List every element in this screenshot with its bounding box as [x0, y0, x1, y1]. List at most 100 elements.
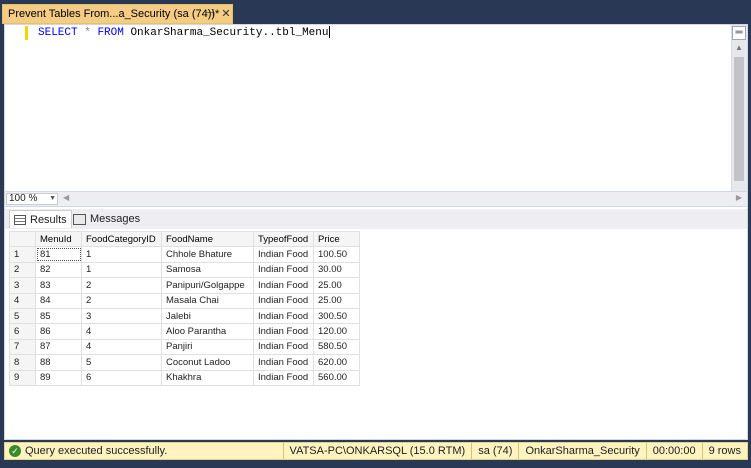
cell-foodname[interactable]: Chhole Bhature — [161, 246, 254, 263]
row-number[interactable]: 9 — [9, 369, 36, 386]
results-grid[interactable]: MenuId FoodCategoryID FoodName TypeofFoo… — [9, 230, 360, 386]
column-header[interactable]: Price — [313, 230, 360, 248]
column-header[interactable]: FoodCategoryID — [81, 230, 162, 248]
cell-price[interactable]: 580.50 — [313, 338, 360, 356]
column-header[interactable]: FoodName — [161, 230, 254, 248]
query-document-tab[interactable]: Prevent Tables From...a_Security (sa (74… — [2, 4, 233, 24]
cell-menuid[interactable]: 87 — [35, 338, 82, 356]
results-pane: Results Messages MenuId FoodCategoryID F… — [4, 207, 748, 440]
cell-foodcategoryid[interactable]: 4 — [81, 323, 162, 340]
cell-price[interactable]: 560.00 — [313, 369, 360, 386]
pin-icon[interactable]: ⊣ — [204, 8, 216, 20]
cell-price[interactable]: 620.00 — [313, 354, 360, 371]
row-number[interactable]: 7 — [9, 338, 36, 356]
table-row[interactable]: 8 88 5 Coconut Ladoo Indian Food 620.00 — [9, 354, 360, 371]
cell-menuid[interactable]: 82 — [35, 261, 82, 279]
cell-menuid[interactable]: 85 — [35, 307, 82, 325]
cell-typeoffood[interactable]: Indian Food — [253, 277, 314, 294]
ssms-window: Prevent Tables From...a_Security (sa (74… — [0, 0, 751, 468]
close-icon[interactable]: ✕ — [220, 8, 232, 20]
cell-menuid[interactable]: 88 — [35, 354, 82, 371]
cell-price[interactable]: 120.00 — [313, 323, 360, 340]
table-reference: OnkarSharma_Security..tbl_Menu — [130, 27, 329, 39]
cell-foodname[interactable]: Coconut Ladoo — [161, 354, 254, 371]
cell-menuid[interactable]: 83 — [35, 277, 82, 294]
cell-foodcategoryid[interactable]: 2 — [81, 277, 162, 294]
table-row[interactable]: 6 86 4 Aloo Parantha Indian Food 120.00 — [9, 323, 360, 340]
cell-menuid[interactable]: 81 — [35, 246, 82, 263]
cell-menuid[interactable]: 86 — [35, 323, 82, 340]
cell-price[interactable]: 300.50 — [313, 307, 360, 325]
cell-foodname[interactable]: Aloo Parantha — [161, 323, 254, 340]
cell-typeoffood[interactable]: Indian Food — [253, 307, 314, 325]
cell-foodcategoryid[interactable]: 1 — [81, 261, 162, 279]
tab-results[interactable]: Results — [9, 210, 72, 228]
cell-foodcategoryid[interactable]: 6 — [81, 369, 162, 386]
row-number[interactable]: 6 — [9, 323, 36, 340]
cell-menuid[interactable]: 89 — [35, 369, 82, 386]
tab-messages-label: Messages — [90, 213, 141, 225]
cell-typeoffood[interactable]: Indian Food — [253, 261, 314, 279]
scroll-up-arrow-icon[interactable]: ▲ — [733, 43, 745, 53]
cell-foodcategoryid[interactable]: 1 — [81, 246, 162, 263]
cell-foodcategoryid[interactable]: 3 — [81, 307, 162, 325]
cell-price[interactable]: 25.00 — [313, 277, 360, 294]
cell-typeoffood[interactable]: Indian Food — [253, 292, 314, 309]
zoom-dropdown[interactable]: 100 % ▼ — [6, 193, 58, 205]
cell-typeoffood[interactable]: Indian Food — [253, 246, 314, 263]
status-server: VATSA-PC\ONKARSQL (15.0 RTM) — [282, 443, 472, 459]
row-number[interactable]: 2 — [9, 261, 36, 279]
table-row[interactable]: 5 85 3 Jalebi Indian Food 300.50 — [9, 307, 360, 325]
changed-line-marker — [25, 26, 28, 40]
table-row[interactable]: 1 81 1 Chhole Bhature Indian Food 100.50 — [9, 246, 360, 263]
cell-price[interactable]: 100.50 — [313, 246, 360, 263]
cell-foodname[interactable]: Samosa — [161, 261, 254, 279]
query-text[interactable]: SELECT * FROM OnkarSharma_Security..tbl_… — [38, 26, 330, 40]
editor-horizontal-bar: 100 % ▼ ◀ ▶ — [4, 192, 748, 207]
cell-foodname[interactable]: Panipuri/Golgappe — [161, 277, 254, 294]
scroll-left-arrow-icon[interactable]: ◀ — [63, 193, 69, 202]
cell-foodname[interactable]: Jalebi — [161, 307, 254, 325]
grid-corner[interactable] — [9, 230, 36, 248]
scroll-thumb[interactable] — [734, 57, 744, 181]
status-elapsed: 00:00:00 — [645, 443, 702, 459]
status-rows: 9 rows — [701, 443, 747, 459]
cell-foodcategoryid[interactable]: 2 — [81, 292, 162, 309]
tab-results-label: Results — [30, 213, 67, 226]
cell-foodname[interactable]: Masala Chai — [161, 292, 254, 309]
cell-foodname[interactable]: Khakhra — [161, 369, 254, 386]
messages-icon — [73, 213, 86, 225]
row-number[interactable]: 3 — [9, 277, 36, 294]
row-number[interactable]: 8 — [9, 354, 36, 371]
scroll-right-arrow-icon[interactable]: ▶ — [736, 193, 742, 202]
editor-vertical-scrollbar[interactable]: ═ ▲ — [731, 25, 747, 191]
table-row[interactable]: 4 84 2 Masala Chai Indian Food 25.00 — [9, 292, 360, 309]
row-number[interactable]: 4 — [9, 292, 36, 309]
row-number[interactable]: 1 — [9, 246, 36, 263]
table-row[interactable]: 3 83 2 Panipuri/Golgappe Indian Food 25.… — [9, 277, 360, 294]
column-header[interactable]: TypeofFood — [253, 230, 314, 248]
cell-typeoffood[interactable]: Indian Food — [253, 354, 314, 371]
column-header[interactable]: MenuId — [35, 230, 82, 248]
table-row[interactable]: 9 89 6 Khakhra Indian Food 560.00 — [9, 369, 360, 386]
status-message: ✓ Query executed successfully. — [5, 445, 283, 457]
table-row[interactable]: 7 87 4 Panjiri Indian Food 580.50 — [9, 338, 360, 356]
cell-price[interactable]: 30.00 — [313, 261, 360, 279]
query-editor[interactable]: SELECT * FROM OnkarSharma_Security..tbl_… — [4, 24, 748, 192]
split-window-icon[interactable]: ═ — [732, 26, 746, 40]
cell-typeoffood[interactable]: Indian Food — [253, 338, 314, 356]
cell-menuid[interactable]: 84 — [35, 292, 82, 309]
cell-typeoffood[interactable]: Indian Food — [253, 369, 314, 386]
table-row[interactable]: 2 82 1 Samosa Indian Food 30.00 — [9, 261, 360, 279]
text-caret — [328, 26, 330, 39]
cell-typeoffood[interactable]: Indian Food — [253, 323, 314, 340]
results-tab-strip: Results Messages — [5, 209, 747, 229]
row-number[interactable]: 5 — [9, 307, 36, 325]
cell-price[interactable]: 25.00 — [313, 292, 360, 309]
keyword-from: FROM — [97, 27, 124, 39]
editor-margin — [5, 25, 27, 191]
tab-messages[interactable]: Messages — [69, 210, 144, 228]
cell-foodcategoryid[interactable]: 4 — [81, 338, 162, 356]
cell-foodcategoryid[interactable]: 5 — [81, 354, 162, 371]
cell-foodname[interactable]: Panjiri — [161, 338, 254, 356]
